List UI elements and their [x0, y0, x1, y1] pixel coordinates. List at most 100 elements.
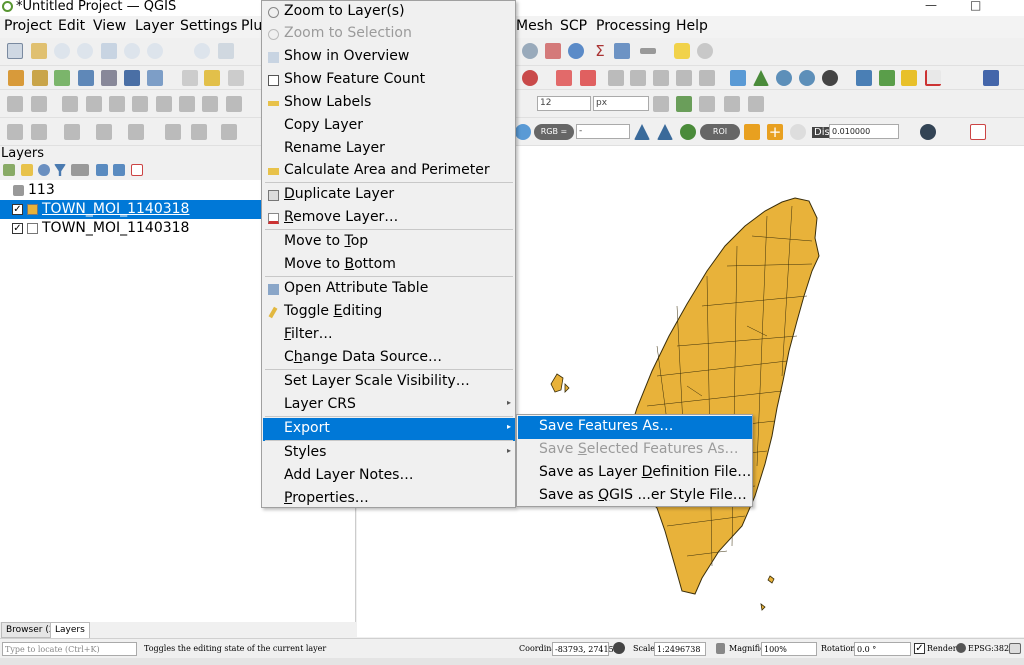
save-selected-features-as-item[interactable]: Save Selected Features As…: [518, 439, 752, 462]
filter-expression-icon[interactable]: [71, 164, 89, 176]
render-checkbox[interactable]: ✓: [914, 643, 925, 654]
open-attribute-table-item[interactable]: Open Attribute Table: [263, 278, 515, 301]
menu-scp[interactable]: SCP: [560, 18, 587, 34]
lock-icon[interactable]: [697, 43, 713, 59]
layer-visibility-checkbox[interactable]: ✓: [12, 223, 23, 234]
select-tool-3-icon[interactable]: [64, 124, 80, 140]
dist-input[interactable]: 0.010000: [829, 124, 899, 139]
select-tool-icon[interactable]: [7, 124, 23, 140]
styles-item[interactable]: Styles ▸: [263, 442, 515, 465]
save-features-as-item[interactable]: Save Features As…: [518, 416, 752, 439]
scp-dock-icon[interactable]: [901, 70, 917, 86]
zoom-to-layer-item[interactable]: Zoom to Layer(s): [263, 1, 515, 24]
label-tool-3-icon[interactable]: [62, 96, 78, 112]
menu-view[interactable]: View: [93, 18, 126, 34]
label-tool-5-icon[interactable]: [109, 96, 125, 112]
filter-item[interactable]: Filter…: [263, 324, 515, 347]
scp-tool-2-icon[interactable]: [630, 70, 646, 86]
spectral-2-icon[interactable]: [657, 124, 673, 140]
zoom-tool-icon[interactable]: [776, 70, 792, 86]
node-tool-2-icon[interactable]: [676, 96, 692, 112]
zoom-to-selection-item[interactable]: Zoom to Selection: [263, 23, 515, 46]
scp-tool-icon[interactable]: [608, 70, 624, 86]
data-source-manager-icon[interactable]: [8, 70, 24, 86]
scale-input[interactable]: 1:2496738: [654, 642, 706, 656]
menu-help[interactable]: Help: [676, 18, 708, 34]
add-wms-icon[interactable]: [124, 70, 140, 86]
roi-add-icon[interactable]: +: [767, 124, 783, 140]
copy-layer-item[interactable]: Copy Layer: [263, 115, 515, 138]
select-tool-4-icon[interactable]: [96, 124, 112, 140]
visibility-eye-icon[interactable]: [38, 164, 50, 176]
scp-roi-icon[interactable]: [580, 70, 596, 86]
scp-export-icon[interactable]: [970, 124, 986, 140]
messages-icon[interactable]: [1009, 643, 1021, 654]
properties-item[interactable]: Properties…: [263, 488, 515, 511]
rotation-input[interactable]: 0.0 °: [854, 642, 911, 656]
export-item[interactable]: Export ▸: [263, 418, 515, 441]
locator-input[interactable]: Type to locate (Ctrl+K): [2, 642, 137, 656]
zoom-layer-icon[interactable]: [147, 43, 163, 59]
select-tool-5-icon[interactable]: [128, 124, 144, 140]
filter-icon[interactable]: [54, 164, 66, 176]
query-tool-icon[interactable]: [799, 70, 815, 86]
magnifier-input[interactable]: 100%: [761, 642, 817, 656]
zoom-full-icon[interactable]: [101, 43, 117, 59]
tab-layers[interactable]: Layers: [50, 622, 90, 638]
attribute-table-icon[interactable]: [545, 43, 561, 59]
python-icon[interactable]: [856, 70, 872, 86]
add-raster-icon[interactable]: [78, 70, 94, 86]
toggle-editing-item[interactable]: Toggle Editing: [263, 301, 515, 324]
measure-icon[interactable]: [640, 48, 656, 54]
select-tool-2-icon[interactable]: [31, 124, 47, 140]
label-tool-7-icon[interactable]: [156, 96, 172, 112]
crs-globe-icon[interactable]: [956, 643, 966, 653]
scp-tool-5-icon[interactable]: [699, 70, 715, 86]
move-to-top-item[interactable]: Move to Top: [263, 231, 515, 254]
settings-gear-icon[interactable]: [568, 43, 584, 59]
menu-processing[interactable]: Processing: [596, 18, 671, 34]
node-tool-4-icon[interactable]: [724, 96, 740, 112]
label-tool-6-icon[interactable]: [132, 96, 148, 112]
layer-visibility-checkbox[interactable]: ✓: [12, 204, 23, 215]
menu-plugins[interactable]: Plu: [241, 18, 262, 34]
move-to-bottom-item[interactable]: Move to Bottom: [263, 254, 515, 277]
units-select[interactable]: px: [593, 96, 649, 111]
spectral-plot-icon[interactable]: [925, 70, 941, 86]
node-tool-icon[interactable]: [653, 96, 669, 112]
save-edits-icon[interactable]: [228, 70, 244, 86]
label-tool-9-icon[interactable]: [202, 96, 218, 112]
spectral-icon[interactable]: [634, 124, 650, 140]
scp-band-set-icon[interactable]: [522, 70, 538, 86]
label-tool-10-icon[interactable]: [226, 96, 242, 112]
checkbox-icon[interactable]: [268, 75, 279, 86]
annotation-icon[interactable]: [674, 43, 690, 59]
roi-create-icon[interactable]: [744, 124, 760, 140]
edit-pencil-icon[interactable]: [204, 70, 220, 86]
collapse-all-icon[interactable]: [113, 164, 125, 176]
add-layer-notes-item[interactable]: Add Layer Notes…: [263, 465, 515, 488]
style-layer-icon[interactable]: [3, 164, 15, 176]
triangle-tool-icon[interactable]: [753, 70, 769, 86]
node-tool-5-icon[interactable]: [748, 96, 764, 112]
zoom-in-icon[interactable]: [54, 43, 70, 59]
duplicate-layer-item[interactable]: Duplicate Layer: [263, 184, 515, 207]
table-view-icon[interactable]: [614, 43, 630, 59]
digitize-pencil-icon[interactable]: [182, 70, 198, 86]
zoom-selection-icon[interactable]: [124, 43, 140, 59]
scp-remove-icon[interactable]: [556, 70, 572, 86]
style-manager-icon[interactable]: [822, 70, 838, 86]
rgb-icon[interactable]: [515, 124, 531, 140]
menu-mesh[interactable]: Mesh: [516, 18, 553, 34]
layer-symbol-swatch[interactable]: [27, 204, 38, 215]
remove-layer-item[interactable]: Remove Layer…: [263, 207, 515, 230]
zoom-out-icon[interactable]: [77, 43, 93, 59]
menu-settings[interactable]: Settings: [180, 18, 237, 34]
add-wfs-icon[interactable]: [147, 70, 163, 86]
pan-to-selection-icon[interactable]: [31, 43, 47, 59]
layer-crs-item[interactable]: Layer CRS ▸: [263, 394, 515, 417]
add-mesh-icon[interactable]: [101, 70, 117, 86]
georeferencer-icon[interactable]: [730, 70, 746, 86]
new-layer-icon[interactable]: [32, 70, 48, 86]
label-tool-2-icon[interactable]: [31, 96, 47, 112]
